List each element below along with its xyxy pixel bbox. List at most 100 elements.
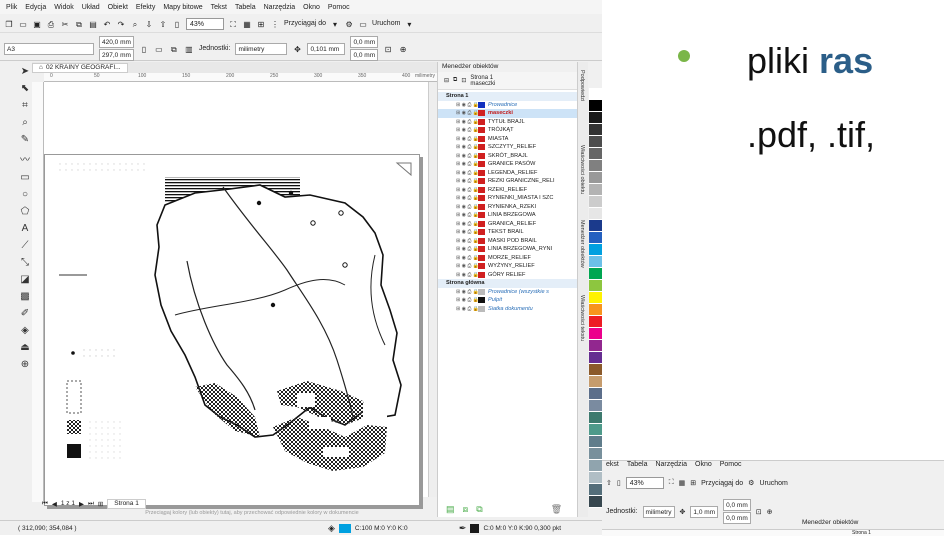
page-frame-icon[interactable]: ⊡ — [383, 43, 393, 55]
palette-swatch[interactable] — [589, 316, 602, 328]
layer-row[interactable]: ⊞ ◉ ⎙ 🔒 GÓRY RELIEF — [438, 271, 578, 280]
print-icon[interactable]: ⎙ — [46, 18, 56, 30]
fill-swatch[interactable] — [338, 523, 351, 533]
landscape-icon[interactable]: ▭ — [154, 43, 164, 55]
menu-item[interactable]: Tabela — [235, 4, 256, 11]
delete-icon[interactable]: 🗑 — [551, 504, 562, 515]
side-tab[interactable]: Właściwości obiektu — [579, 145, 585, 194]
side-tab[interactable]: Właściwości tekstu — [579, 295, 585, 341]
palette-swatch[interactable] — [589, 304, 602, 316]
layer-visibility-icons[interactable]: ⊞ ◉ ⎙ 🔒 — [438, 136, 479, 142]
rectangle-tool-icon[interactable]: ▭ — [20, 172, 29, 183]
layer-row[interactable]: ⊞ ◉ ⎙ 🔒 MIASTA — [438, 135, 578, 144]
layer-row[interactable]: ⊞ ◉ ⎙ 🔒 Prowadnice (wszystkie s — [438, 288, 578, 297]
menu-item[interactable]: Widok — [54, 4, 73, 11]
layer-row[interactable]: ⊞ ◉ ⎙ 🔒 REZKI GRANICZNE_RELI — [438, 177, 578, 186]
palette-swatch[interactable] — [589, 400, 602, 412]
menu-item[interactable]: Pomoc — [328, 4, 350, 11]
gear-icon[interactable]: ⚙ — [748, 479, 754, 487]
portrait-icon[interactable]: ▯ — [139, 43, 149, 55]
cropped-units-select[interactable]: milimetry — [642, 505, 675, 518]
layer-visibility-icons[interactable]: ⊞ ◉ ⎙ 🔒 — [438, 238, 479, 244]
layer-row[interactable]: ⊞ ◉ ⎙ 🔒 GRANICE PASÓW — [438, 160, 578, 169]
layer-visibility-icons[interactable]: ⊞ ◉ ⎙ 🔒 — [438, 306, 479, 312]
cropped-snap-dropdown[interactable]: Przyciągaj do — [701, 480, 743, 487]
layer-row[interactable]: ⊞ ◉ ⎙ 🔒 RYNIENKI_MIASTA I SZC — [438, 194, 578, 203]
show-properties-icon[interactable]: ⊟ — [444, 77, 449, 84]
export-icon[interactable]: ⇧ — [158, 18, 168, 30]
layer-row[interactable]: ⊞ ◉ ⎙ 🔒 Siatka dokumentu — [438, 305, 578, 314]
add-tool-icon[interactable]: ⊕ — [21, 359, 29, 370]
layer-visibility-icons[interactable]: ⊞ ◉ ⎙ 🔒 — [438, 297, 479, 303]
cropped-nudge-field[interactable]: 1,0 mm — [690, 505, 719, 518]
layer-visibility-icons[interactable]: ⊞ ◉ ⎙ 🔒 — [438, 212, 479, 218]
layer-row[interactable]: ⊞ ◉ ⎙ 🔒 Prowadnice — [438, 101, 578, 110]
palette-swatch[interactable] — [589, 460, 602, 472]
color-drop-hint[interactable]: Przeciągaj kolory (lub obiekty) tutaj, a… — [62, 510, 442, 520]
palette-swatch[interactable] — [589, 436, 602, 448]
layer-row[interactable]: ⊞ ◉ ⎙ 🔒 MORZE_RELIEF — [438, 254, 578, 263]
palette-swatch[interactable] — [589, 148, 602, 160]
duplicate-x-field[interactable]: 0,0 mm — [350, 36, 379, 48]
pick-tool-icon[interactable]: ➤ — [21, 66, 29, 77]
menu-item[interactable]: Edycja — [25, 4, 46, 11]
vertical-scrollbar[interactable] — [428, 82, 437, 497]
palette-swatch[interactable] — [589, 424, 602, 436]
menu-item[interactable]: Mapy bitowe — [163, 4, 202, 11]
palette-swatch[interactable] — [589, 292, 602, 304]
outline-swatch[interactable] — [470, 523, 480, 533]
crop-tool-icon[interactable]: ⌗ — [22, 100, 28, 111]
home-icon[interactable]: ⌂ — [39, 63, 43, 72]
layer-row[interactable]: ⊞ ◉ ⎙ 🔒 maseczki — [438, 109, 578, 118]
open-icon[interactable]: ▭ — [18, 18, 28, 30]
new-master-layer-icon[interactable]: ⧈ — [463, 504, 469, 515]
master-page-node[interactable]: Strona główna — [438, 279, 578, 288]
outline-pen-icon[interactable]: ✒ — [459, 523, 467, 534]
units-select[interactable]: milimetry — [235, 42, 288, 55]
palette-swatch[interactable] — [589, 244, 602, 256]
menu-item[interactable]: Narzędzia — [264, 4, 296, 11]
cropped-menu-item[interactable]: Okno — [695, 461, 712, 471]
duplicate-y-field[interactable]: 0,0 mm — [350, 49, 379, 61]
chevron-down-icon[interactable]: ▾ — [330, 18, 340, 30]
merge-layers-icon[interactable]: ⧉ — [476, 504, 482, 515]
page-size-select[interactable]: A3 — [4, 42, 94, 55]
new-layer-icon[interactable]: ▤ — [446, 504, 455, 515]
layer-visibility-icons[interactable]: ⊞ ◉ ⎙ 🔒 — [438, 119, 479, 125]
document-tab[interactable]: ⌂ 02 KRAINY GEOGRAFI... — [32, 62, 128, 73]
palette-swatch[interactable] — [589, 124, 602, 136]
layer-row[interactable]: ⊞ ◉ ⎙ 🔒 GRANICA_RELIEF — [438, 220, 578, 229]
layer-visibility-icons[interactable]: ⊞ ◉ ⎙ 🔒 — [438, 221, 479, 227]
view-icon[interactable]: ⊡ — [461, 77, 466, 84]
layer-visibility-icons[interactable]: ⊞ ◉ ⎙ 🔒 — [438, 272, 479, 278]
chevron-down-icon[interactable]: ▾ — [404, 18, 414, 30]
color-palette[interactable] — [589, 88, 602, 508]
redo-icon[interactable]: ↷ — [116, 18, 126, 30]
layer-visibility-icons[interactable]: ⊞ ◉ ⎙ 🔒 — [438, 195, 479, 201]
menu-item[interactable]: Plik — [6, 4, 17, 11]
gear-icon[interactable]: ⚙ — [344, 18, 354, 30]
freehand-tool-icon[interactable]: ✎ — [21, 134, 29, 145]
layer-visibility-icons[interactable]: ⊞ ◉ ⎙ 🔒 — [438, 144, 479, 150]
ellipse-tool-icon[interactable]: ○ — [22, 189, 28, 200]
shape-tool-icon[interactable]: ⬉ — [21, 83, 29, 94]
cropped-menu-item[interactable]: Pomoc — [720, 461, 742, 471]
interactive-fill-icon[interactable]: ◈ — [21, 325, 29, 336]
layer-row[interactable]: ⊞ ◉ ⎙ 🔒 SZCZYTY_RELIEF — [438, 143, 578, 152]
full-screen-icon[interactable]: ⛶ — [669, 479, 674, 487]
page-width-field[interactable]: 420,0 mm — [99, 36, 134, 48]
palette-swatch[interactable] — [589, 208, 602, 220]
layer-visibility-icons[interactable]: ⊞ ◉ ⎙ 🔒 — [438, 127, 479, 133]
polygon-tool-icon[interactable]: ⬠ — [21, 206, 30, 217]
palette-swatch[interactable] — [589, 136, 602, 148]
layer-visibility-icons[interactable]: ⊞ ◉ ⎙ 🔒 — [438, 170, 479, 176]
publish-pdf-icon[interactable]: ▯ — [172, 18, 182, 30]
layer-row[interactable]: ⊞ ◉ ⎙ 🔒 TEKST BRAIL — [438, 228, 578, 237]
add-page-icon[interactable]: ⊞ — [98, 500, 103, 508]
palette-swatch[interactable] — [589, 328, 602, 340]
cropped-dup-x-field[interactable]: 0,0 mm — [723, 499, 751, 511]
palette-swatch[interactable] — [589, 172, 602, 184]
layer-row[interactable]: ⊞ ◉ ⎙ 🔒 MASKI POD BRAIL — [438, 237, 578, 246]
layer-manager-icon[interactable]: ⧉ — [453, 77, 457, 84]
palette-swatch[interactable] — [589, 364, 602, 376]
